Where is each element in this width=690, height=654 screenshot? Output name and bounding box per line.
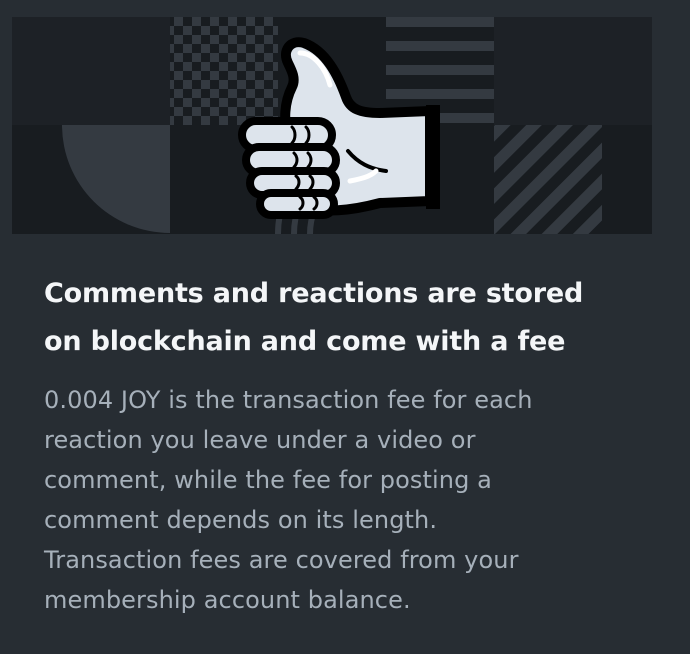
title-line: Comments and reactions are stored bbox=[44, 278, 584, 309]
dialog-title: Comments and reactions are stored on blo… bbox=[44, 270, 644, 366]
description-line: 0.004 JOY is the transaction fee for eac… bbox=[44, 386, 533, 414]
description-line: membership account balance. bbox=[44, 586, 411, 614]
reaction-fee-dialog: Comments and reactions are stored on blo… bbox=[0, 0, 690, 654]
thumbs-up-icon bbox=[238, 37, 440, 219]
description-line: comment, while the fee for posting a bbox=[44, 466, 492, 494]
dialog-description: 0.004 JOY is the transaction fee for eac… bbox=[44, 380, 644, 620]
description-line: reaction you leave under a video or bbox=[44, 426, 476, 454]
description-line: comment depends on its length. bbox=[44, 506, 438, 534]
dialog-illustration bbox=[12, 17, 652, 234]
description-line: Transaction fees are covered from your bbox=[44, 546, 519, 574]
dialog-content: Comments and reactions are stored on blo… bbox=[44, 270, 644, 620]
title-line: on blockchain and come with a fee bbox=[44, 326, 566, 357]
